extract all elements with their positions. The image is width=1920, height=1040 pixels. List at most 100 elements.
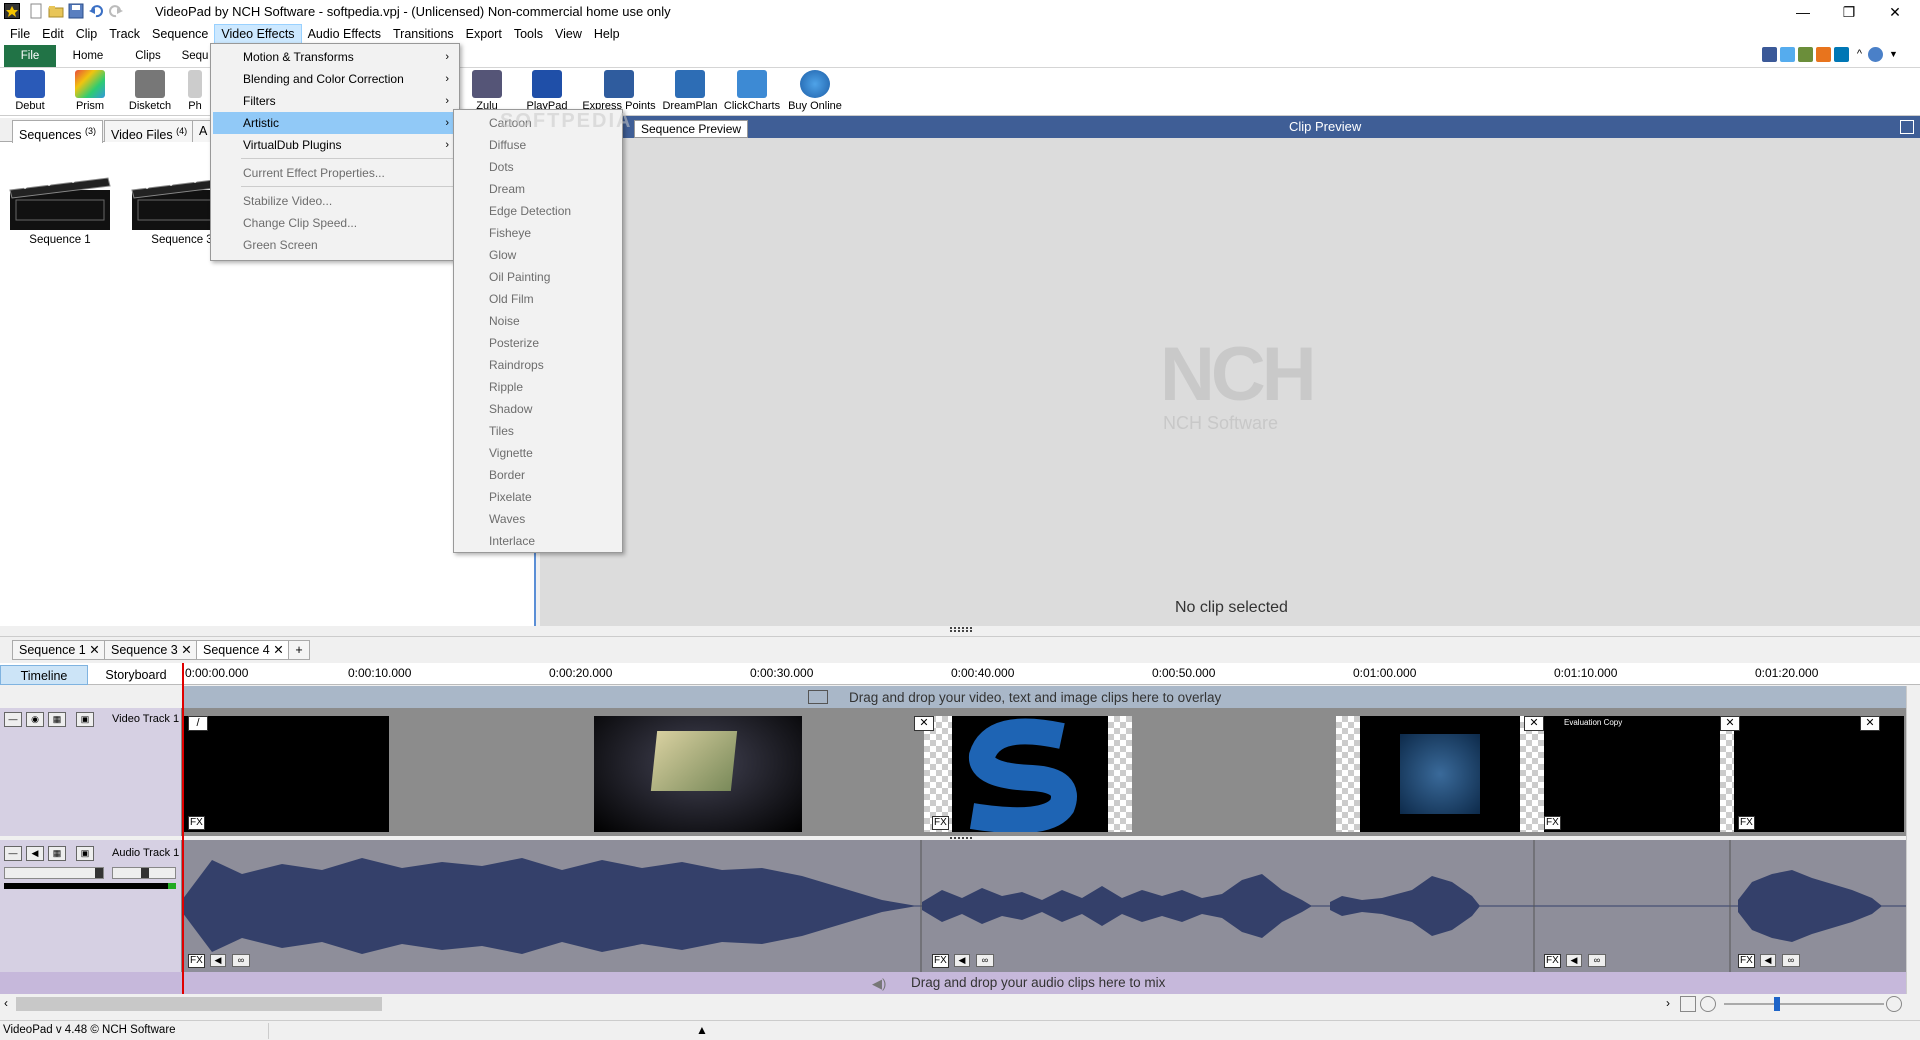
tab-home[interactable]: Home: [66, 46, 110, 66]
speaker-icon[interactable]: ◀: [1566, 954, 1582, 967]
video-clip[interactable]: [1734, 716, 1904, 832]
menu-item-change-clip-speed[interactable]: Change Clip Speed...: [213, 212, 457, 234]
menu-video-effects[interactable]: Video Effects: [214, 24, 302, 44]
menu-audio-effects[interactable]: Audio Effects: [302, 24, 387, 44]
new-file-icon[interactable]: [28, 3, 44, 19]
submenu-item-border[interactable]: Border: [456, 464, 618, 486]
submenu-item-edge-detection[interactable]: Edge Detection: [456, 200, 618, 222]
dreamplan-button[interactable]: DreamPlan: [660, 70, 720, 112]
fx-button[interactable]: FX: [932, 816, 949, 830]
video-clip[interactable]: Evaluation Copy: [1544, 716, 1720, 832]
close-button[interactable]: ✕: [1872, 0, 1918, 24]
menu-file[interactable]: File: [4, 24, 36, 44]
submenu-item-tiles[interactable]: Tiles: [456, 420, 618, 442]
submenu-item-dots[interactable]: Dots: [456, 156, 618, 178]
collapse-ribbon-icon[interactable]: ^: [1852, 47, 1867, 62]
submenu-item-oil-painting[interactable]: Oil Painting: [456, 266, 618, 288]
submenu-item-fisheye[interactable]: Fisheye: [456, 222, 618, 244]
volume-slider-thumb[interactable]: [95, 868, 103, 878]
speaker-icon[interactable]: ◀: [954, 954, 970, 967]
submenu-item-raindrops[interactable]: Raindrops: [456, 354, 618, 376]
facebook-icon[interactable]: [1762, 47, 1777, 62]
zoom-in-icon[interactable]: [1886, 996, 1902, 1012]
scroll-right-icon[interactable]: ›: [1666, 996, 1670, 1010]
tab-sequence[interactable]: Sequ: [180, 46, 210, 66]
submenu-item-ripple[interactable]: Ripple: [456, 376, 618, 398]
menu-tools[interactable]: Tools: [508, 24, 549, 44]
transition-icon[interactable]: ✕: [914, 716, 934, 731]
audio-track[interactable]: [182, 840, 1906, 972]
video-clip[interactable]: [183, 716, 389, 832]
menu-export[interactable]: Export: [460, 24, 508, 44]
menu-item-artistic[interactable]: Artistic ›: [213, 112, 457, 134]
horizontal-scrollbar-thumb[interactable]: [16, 997, 382, 1011]
pan-slider-thumb[interactable]: [141, 868, 149, 878]
submenu-item-noise[interactable]: Noise: [456, 310, 618, 332]
playpad-button[interactable]: PlayPad: [517, 70, 577, 112]
buy-online-button[interactable]: Buy Online: [785, 70, 845, 112]
fx-button[interactable]: FX: [932, 954, 949, 968]
menu-edit[interactable]: Edit: [36, 24, 70, 44]
fx-button[interactable]: FX: [1544, 816, 1561, 830]
menu-sequence[interactable]: Sequence: [146, 24, 214, 44]
submenu-item-dream[interactable]: Dream: [456, 178, 618, 200]
zulu-button[interactable]: Zulu: [457, 70, 517, 112]
track-settings-icon[interactable]: ▦: [48, 846, 66, 861]
scroll-left-icon[interactable]: ‹: [4, 996, 8, 1010]
tab-sequence-3[interactable]: Sequence 3 ✕: [104, 640, 199, 660]
loop-icon[interactable]: ∞: [1588, 954, 1606, 967]
add-sequence-button[interactable]: +: [288, 640, 310, 660]
visibility-eye-icon[interactable]: ◉: [26, 712, 44, 727]
submenu-item-waves[interactable]: Waves: [456, 508, 618, 530]
debut-button[interactable]: Debut: [0, 70, 60, 112]
clickcharts-button[interactable]: ClickCharts: [722, 70, 782, 112]
playhead[interactable]: [182, 663, 184, 994]
close-tab-icon[interactable]: ✕: [181, 643, 191, 657]
menu-item-green-screen[interactable]: Green Screen: [213, 234, 457, 256]
open-folder-icon[interactable]: [48, 3, 64, 19]
timeline-view-button[interactable]: Timeline: [0, 665, 88, 685]
pan-slider[interactable]: [112, 867, 176, 879]
menu-item-blending-color[interactable]: Blending and Color Correction ›: [213, 68, 457, 90]
storyboard-view-button[interactable]: Storyboard: [92, 665, 180, 685]
tab-file[interactable]: File: [4, 45, 56, 67]
sequence-1-thumbnail[interactable]: [8, 172, 112, 232]
tab-sequence-4[interactable]: Sequence 4 ✕: [196, 640, 291, 660]
fx-button[interactable]: FX: [1738, 816, 1755, 830]
video-clip[interactable]: [952, 716, 1108, 832]
loop-icon[interactable]: ∞: [1782, 954, 1800, 967]
zoom-out-icon[interactable]: [1700, 996, 1716, 1012]
linkedin-icon[interactable]: [1834, 47, 1849, 62]
menu-item-virtualdub[interactable]: VirtualDub Plugins ›: [213, 134, 457, 156]
fx-button[interactable]: FX: [188, 816, 205, 830]
lock-icon[interactable]: ▣: [76, 846, 94, 861]
transition-icon[interactable]: /: [188, 716, 208, 731]
menu-help[interactable]: Help: [588, 24, 626, 44]
speaker-icon[interactable]: ◀: [1760, 954, 1776, 967]
share-icon[interactable]: [1798, 47, 1813, 62]
submenu-item-pixelate[interactable]: Pixelate: [456, 486, 618, 508]
tab-video-files[interactable]: Video Files (4): [104, 120, 195, 142]
video-clip[interactable]: [1360, 716, 1520, 832]
submenu-item-vignette[interactable]: Vignette: [456, 442, 618, 464]
help-dropdown-icon[interactable]: ▼: [1886, 47, 1901, 62]
speaker-icon[interactable]: ◀: [26, 846, 44, 861]
tab-sequence-preview[interactable]: Sequence Preview: [634, 120, 749, 138]
submenu-item-posterize[interactable]: Posterize: [456, 332, 618, 354]
transition-icon[interactable]: ✕: [1720, 716, 1740, 731]
prism-button[interactable]: Prism: [60, 70, 120, 112]
ph-button[interactable]: Ph: [180, 70, 210, 112]
submenu-item-diffuse[interactable]: Diffuse: [456, 134, 618, 156]
fx-button[interactable]: FX: [1544, 954, 1561, 968]
tab-sequence-1[interactable]: Sequence 1 ✕: [12, 640, 107, 660]
time-ruler[interactable]: 0:00:00.000 0:00:10.000 0:00:20.000 0:00…: [182, 663, 1906, 685]
close-tab-icon[interactable]: ✕: [273, 643, 283, 657]
video-clip[interactable]: [594, 716, 802, 832]
menu-item-current-effect-properties[interactable]: Current Effect Properties...: [213, 162, 457, 184]
submenu-item-old-film[interactable]: Old Film: [456, 288, 618, 310]
undock-icon[interactable]: [1900, 120, 1914, 134]
volume-slider[interactable]: [4, 867, 104, 879]
collapse-track-icon[interactable]: —: [4, 846, 22, 861]
redo-icon[interactable]: [108, 3, 124, 19]
menu-item-stabilize-video[interactable]: Stabilize Video...: [213, 190, 457, 212]
